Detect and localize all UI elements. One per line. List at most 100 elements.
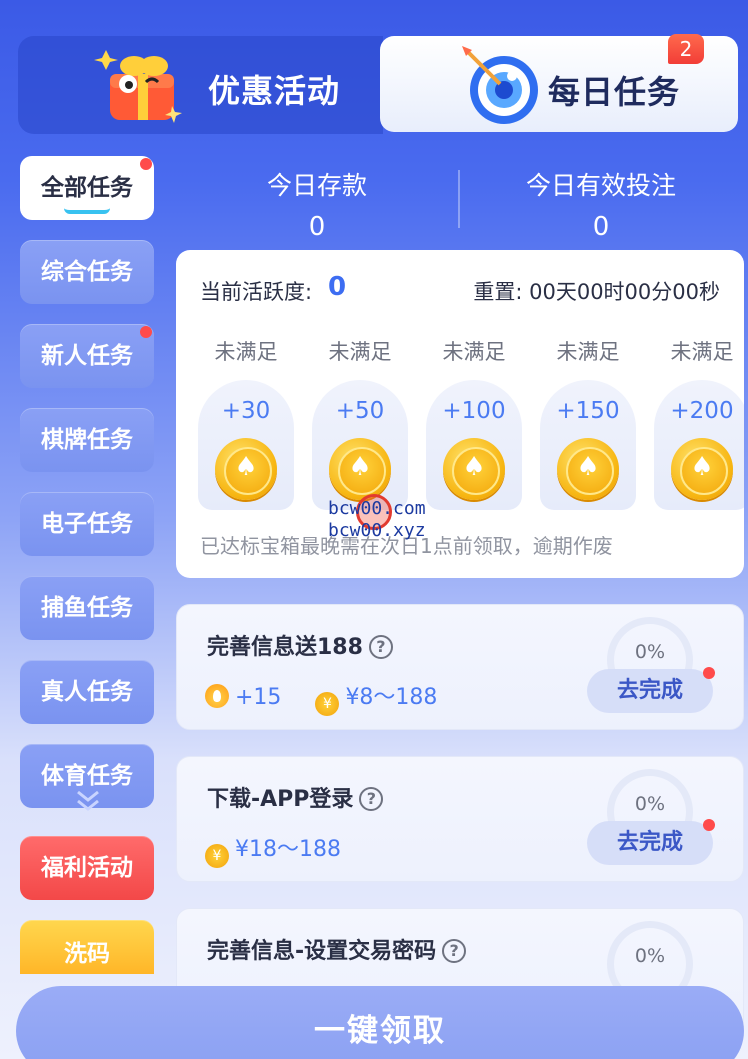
task-title: 完善信息-设置交易密码?	[207, 933, 467, 965]
task-title-text: 下载-APP登录	[207, 787, 354, 812]
notification-badge: 2	[668, 34, 704, 64]
sidebar-item-label: 洗码	[64, 941, 110, 967]
task-card: 完善信息送188? +15 ¥ ¥8～188 0% 去完成	[176, 604, 744, 730]
reward-points: +50	[335, 398, 385, 424]
task-title-text: 完善信息送188	[207, 635, 363, 660]
reward-status: 未满足	[556, 340, 620, 364]
reward-status: 未满足	[670, 340, 734, 364]
stat-divider	[458, 170, 460, 228]
stat-valid-bet: 今日有效投注 0	[466, 166, 736, 242]
task-title: 完善信息送188?	[207, 629, 393, 661]
activity-value: 0	[328, 272, 347, 302]
go-complete-label: 去完成	[616, 830, 683, 855]
claim-all-button[interactable]: 一键领取	[16, 986, 744, 1059]
progress-percent: 0%	[634, 641, 666, 663]
sidebar-item-card-tasks[interactable]: 棋牌任务	[20, 408, 154, 472]
stat-deposit-value: 0	[308, 212, 326, 242]
stat-deposit-label: 今日存款	[266, 171, 367, 200]
reward-status: 未满足	[328, 340, 392, 364]
chevron-down-icon[interactable]	[74, 788, 102, 814]
reward-chest[interactable]: 未满足 +30 ♠	[198, 336, 294, 510]
spade-icon: ♠	[462, 452, 486, 482]
go-complete-label: 去完成	[616, 678, 683, 703]
reward-points: +200	[670, 398, 734, 424]
sidebar-item-label: 电子任务	[41, 511, 133, 537]
reward-points: +30	[221, 398, 271, 424]
activity-reward: +15	[235, 685, 282, 710]
active-underline	[64, 208, 110, 214]
watermark-line: bcw00.com	[328, 498, 426, 519]
reward-pill: +150 ♠	[540, 380, 636, 510]
watermark: bcw00.com bcw00.xyz	[328, 498, 426, 542]
go-complete-button[interactable]: 去完成	[587, 667, 715, 713]
sidebar-item-label: 福利活动	[41, 855, 133, 881]
reward-pill: +50 ♠	[312, 380, 408, 510]
tab-promotions[interactable]: 优惠活动	[18, 36, 383, 134]
money-bag-icon: ¥	[205, 844, 229, 868]
reward-points: +150	[556, 398, 620, 424]
tab-daily-tasks-label: 每日任务	[548, 73, 681, 111]
sidebar-item-welfare[interactable]: 福利活动	[20, 836, 154, 900]
money-reward: ¥18～188	[235, 837, 341, 862]
task-rewards: ¥ ¥18～188	[205, 831, 341, 868]
tab-daily-tasks[interactable]: 每日任务 2	[380, 34, 738, 132]
sidebar-item-rebate[interactable]: 洗码	[20, 920, 154, 974]
target-dart-icon	[462, 46, 538, 124]
sidebar-item-label: 综合任务	[41, 259, 133, 285]
reward-chest[interactable]: 未满足 +150 ♠	[540, 336, 636, 510]
sidebar-item-slots-tasks[interactable]: 电子任务	[20, 492, 154, 556]
watermark-line: bcw00.xyz	[328, 520, 426, 541]
coin-icon: ♠	[215, 438, 277, 500]
reset-countdown: 重置: 00天00时00分00秒	[473, 280, 720, 304]
reward-pill: +30 ♠	[198, 380, 294, 510]
task-title: 下载-APP登录?	[207, 781, 384, 813]
sidebar-item-newbie-tasks[interactable]: 新人任务	[20, 324, 154, 388]
sidebar-item-live-tasks[interactable]: 真人任务	[20, 660, 154, 724]
activity-card: 当前活跃度: 0 重置: 00天00时00分00秒 未满足 +30 ♠ 未满足 …	[176, 250, 744, 578]
stat-valid-bet-value: 0	[592, 212, 610, 242]
spade-icon: ♠	[690, 452, 714, 482]
coin-icon: ♠	[329, 438, 391, 500]
spade-icon: ♠	[234, 452, 258, 482]
reward-chest[interactable]: 未满足 +100 ♠	[426, 336, 522, 510]
reward-pill: +200 ♠	[654, 380, 744, 510]
reward-chest[interactable]: 未满足 +50 ♠	[312, 336, 408, 510]
sidebar-item-fishing-tasks[interactable]: 捕鱼任务	[20, 576, 154, 640]
sidebar-item-label: 捕鱼任务	[41, 595, 133, 621]
stat-valid-bet-label: 今日有效投注	[525, 171, 676, 200]
sidebar-item-label: 全部任务	[41, 175, 133, 201]
help-icon[interactable]: ?	[368, 635, 393, 659]
help-icon[interactable]: ?	[359, 787, 384, 811]
sidebar-item-label: 体育任务	[41, 763, 133, 789]
task-card: 下载-APP登录? ¥ ¥18～188 0% 去完成	[176, 756, 744, 882]
red-dot-indicator	[140, 158, 152, 170]
red-dot-indicator	[703, 667, 715, 679]
task-rewards: +15 ¥ ¥8～188	[205, 679, 437, 716]
help-icon[interactable]: ?	[442, 939, 467, 963]
reward-pill: +100 ♠	[426, 380, 522, 510]
reward-chest[interactable]: 未满足 +200 ♠	[654, 336, 744, 510]
reward-status: 未满足	[442, 340, 506, 364]
spade-icon: ♠	[348, 452, 372, 482]
activity-label: 当前活跃度:	[200, 280, 313, 304]
reward-status: 未满足	[214, 340, 278, 364]
money-reward: ¥8～188	[345, 685, 438, 710]
money-bag-icon: ¥	[315, 692, 340, 716]
sidebar-item-all-tasks[interactable]: 全部任务	[20, 156, 154, 220]
task-title-text: 完善信息-设置交易密码	[207, 939, 437, 964]
sidebar-item-label: 新人任务	[41, 343, 133, 369]
reward-points: +100	[442, 398, 506, 424]
go-complete-button[interactable]: 去完成	[587, 819, 715, 865]
red-dot-indicator	[703, 819, 715, 831]
tab-promotions-label: 优惠活动	[208, 72, 341, 110]
gift-box-icon	[94, 50, 182, 123]
claim-all-label: 一键领取	[314, 1013, 446, 1049]
sidebar-item-label: 真人任务	[41, 679, 133, 705]
progress-percent: 0%	[634, 793, 666, 815]
progress-percent: 0%	[634, 945, 666, 967]
sidebar-item-general-tasks[interactable]: 综合任务	[20, 240, 154, 304]
coin-icon: ♠	[557, 438, 619, 500]
spade-icon: ♠	[576, 452, 600, 482]
coin-icon: ♠	[671, 438, 733, 500]
fire-icon	[205, 684, 229, 708]
